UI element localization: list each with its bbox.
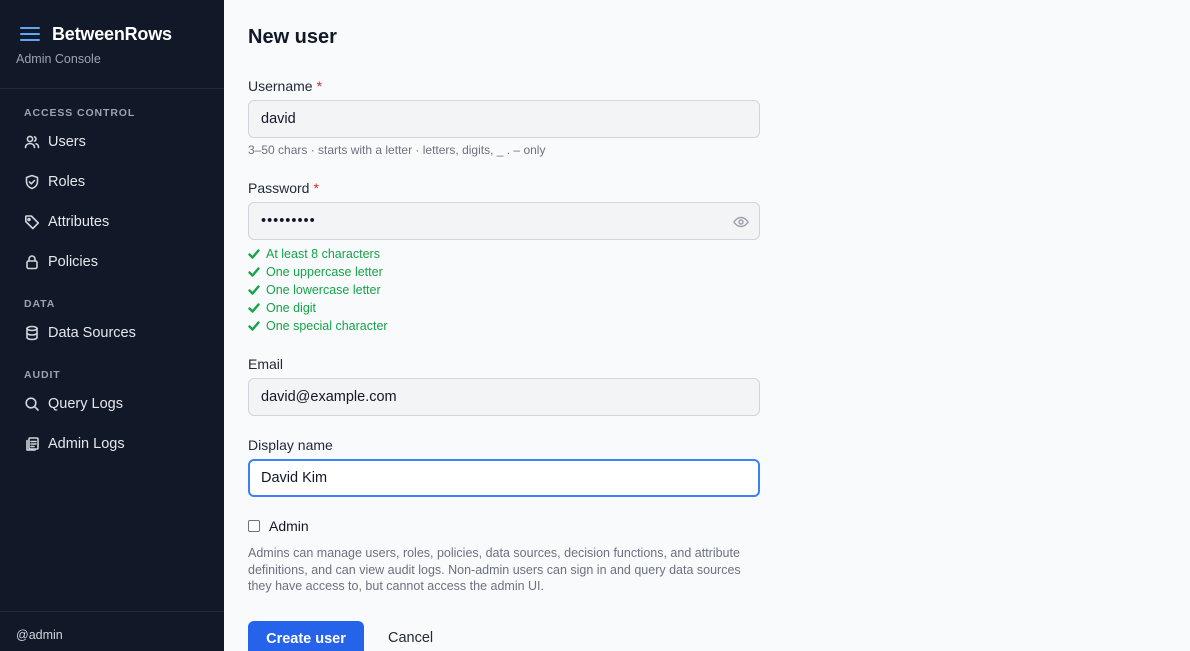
page-title: New user bbox=[248, 26, 337, 48]
username-label: Username * bbox=[248, 78, 323, 94]
display-name-input[interactable]: David Kim bbox=[248, 459, 760, 497]
sidebar-item-data-sources[interactable]: Data Sources bbox=[16, 317, 208, 349]
email-input[interactable]: david@example.com bbox=[248, 378, 760, 416]
admin-checkbox[interactable] bbox=[248, 520, 260, 532]
display-name-label: Display name bbox=[248, 437, 333, 453]
current-user[interactable]: @admin bbox=[16, 628, 63, 642]
check-icon bbox=[248, 285, 260, 295]
cancel-button[interactable]: Cancel bbox=[388, 630, 433, 646]
search-icon bbox=[24, 396, 40, 412]
display-name-value: David Kim bbox=[261, 470, 328, 486]
sidebar-divider bbox=[0, 88, 224, 89]
clipboard-icon bbox=[24, 436, 40, 452]
app-name: BetweenRows bbox=[52, 23, 172, 44]
sidebar-footer-divider bbox=[0, 611, 224, 612]
required-mark: * bbox=[313, 180, 319, 196]
username-value: david bbox=[261, 111, 296, 127]
create-user-button[interactable]: Create user bbox=[248, 621, 364, 651]
password-rule: One digit bbox=[248, 299, 388, 317]
sidebar-item-label: Roles bbox=[48, 174, 86, 190]
sidebar-item-attributes[interactable]: Attributes bbox=[16, 206, 208, 238]
admin-option: Admin bbox=[248, 518, 309, 534]
sidebar-item-label: Admin Logs bbox=[48, 436, 125, 452]
admin-description: Admins can manage users, roles, policies… bbox=[248, 546, 741, 593]
section-label-access-control: ACCESS CONTROL bbox=[24, 107, 136, 119]
password-label: Password * bbox=[248, 180, 319, 196]
menu-icon[interactable] bbox=[16, 22, 44, 46]
sidebar-item-query-logs[interactable]: Query Logs bbox=[16, 388, 208, 420]
database-icon bbox=[24, 325, 40, 341]
password-rule: One uppercase letter bbox=[248, 263, 388, 281]
section-label-data: DATA bbox=[24, 298, 56, 310]
sidebar: BetweenRows Admin Console ACCESS CONTROL… bbox=[0, 0, 224, 651]
check-icon bbox=[248, 303, 260, 313]
password-input[interactable]: ••••••••• bbox=[248, 202, 760, 240]
check-icon bbox=[248, 321, 260, 331]
email-value: david@example.com bbox=[261, 389, 397, 405]
sidebar-item-label: Policies bbox=[48, 254, 98, 270]
required-mark: * bbox=[316, 78, 323, 94]
sidebar-item-label: Query Logs bbox=[48, 396, 123, 412]
password-rule: One special character bbox=[248, 317, 388, 335]
email-label: Email bbox=[248, 356, 284, 372]
sidebar-item-users[interactable]: Users bbox=[16, 126, 208, 158]
check-icon bbox=[248, 267, 260, 277]
brand: BetweenRows bbox=[16, 22, 172, 46]
users-icon bbox=[24, 134, 40, 150]
tag-icon bbox=[24, 214, 40, 230]
eye-icon[interactable] bbox=[733, 214, 749, 230]
shield-icon bbox=[24, 174, 40, 190]
username-input[interactable]: david bbox=[248, 100, 760, 138]
sidebar-item-roles[interactable]: Roles bbox=[16, 166, 208, 198]
main-content: New user Username * david 3–50 chars · st… bbox=[224, 0, 1190, 651]
check-icon bbox=[248, 249, 260, 259]
sidebar-item-label: Attributes bbox=[48, 214, 110, 230]
admin-label[interactable]: Admin bbox=[269, 518, 309, 534]
password-rules: At least 8 characters One uppercase lett… bbox=[248, 245, 388, 335]
password-rule: At least 8 characters bbox=[248, 245, 388, 263]
sidebar-item-admin-logs[interactable]: Admin Logs bbox=[16, 428, 208, 460]
sidebar-item-policies[interactable]: Policies bbox=[16, 246, 208, 278]
app-subtitle: Admin Console bbox=[16, 52, 101, 66]
username-hint: 3–50 chars · starts with a letter · lett… bbox=[248, 143, 546, 157]
lock-icon bbox=[24, 254, 40, 270]
sidebar-item-label: Users bbox=[48, 134, 86, 150]
password-rule: One lowercase letter bbox=[248, 281, 388, 299]
section-label-audit: AUDIT bbox=[24, 369, 61, 381]
sidebar-item-label: Data Sources bbox=[48, 325, 136, 341]
password-value: ••••••••• bbox=[261, 213, 316, 229]
